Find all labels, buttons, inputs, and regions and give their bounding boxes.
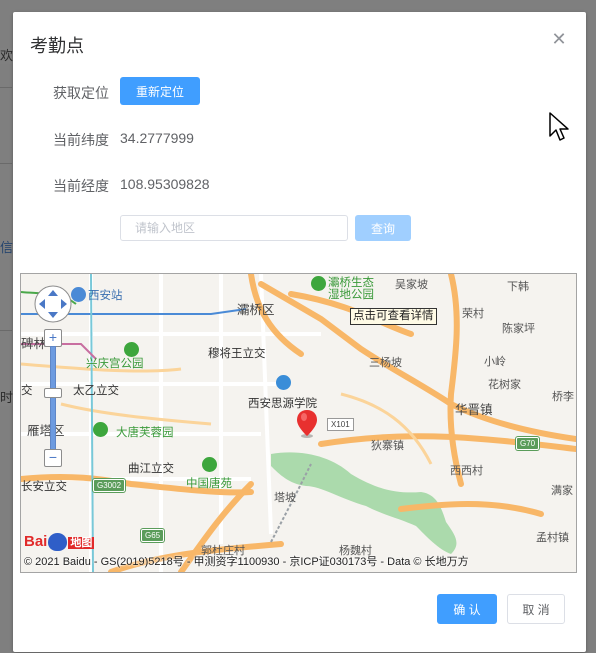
map-label: 陈家坪 (502, 323, 535, 335)
location-pin-icon[interactable] (296, 409, 318, 439)
park-icon (93, 422, 108, 437)
latitude-label: 当前纬度 (53, 132, 109, 148)
baidu-map[interactable]: 西安站 灞桥区 灞桥生态 湿地公园 吴家坡 下韩 荣村 陈家坪 碑林 兴庆宫公园… (20, 273, 577, 573)
map-label: 曲江立交 (128, 463, 174, 475)
zoom-out-button[interactable]: − (44, 449, 62, 467)
map-label: 桥李 (552, 391, 574, 403)
get-location-label: 获取定位 (53, 85, 109, 101)
map-pan-control[interactable] (33, 284, 73, 324)
baidu-map-logo[interactable]: Bai 地图 (24, 533, 95, 555)
map-label: 塔坡 (274, 492, 296, 504)
query-button[interactable]: 查询 (355, 215, 411, 241)
attendance-point-dialog: 考勤点 ✕ 获取定位 重新定位 当前纬度 34.2777999 当前经度 108… (13, 12, 586, 652)
map-label: 小岭 (484, 356, 506, 368)
map-label: 交 (21, 385, 33, 397)
map-label: 西安站 (88, 290, 123, 302)
road-shield: G65 (141, 529, 165, 542)
map-label: 兴庆宫公园 (86, 358, 144, 370)
zoom-slider-track[interactable] (50, 346, 56, 450)
background-text: 信 (0, 240, 14, 256)
map-label: 荣村 (462, 308, 484, 320)
background-divider (0, 87, 12, 88)
region-search-input[interactable] (120, 215, 348, 241)
confirm-button[interactable]: 确 认 (437, 594, 497, 624)
map-label: 中国唐苑 (186, 478, 232, 490)
map-label: 花树家 (488, 379, 521, 391)
park-icon (202, 457, 217, 472)
map-label: 碑林 (21, 337, 47, 351)
mouse-cursor-icon (549, 112, 569, 141)
road-shield: G70 (516, 437, 540, 450)
map-label: 穆将王立交 (208, 348, 266, 360)
map-label: 太乙立交 (73, 385, 119, 397)
paw-icon (48, 533, 68, 551)
map-label: 华晋镇 (455, 403, 493, 417)
map-label: 灞桥区 (237, 303, 275, 317)
latitude-value: 34.2777999 (120, 130, 194, 146)
map-label: 雁塔区 (27, 424, 65, 438)
zoom-in-button[interactable]: + (44, 329, 62, 347)
logo-text: Bai (24, 533, 48, 551)
dialog-title: 考勤点 (30, 36, 84, 56)
longitude-label: 当前经度 (53, 178, 109, 194)
map-label: 大唐芙蓉园 (116, 427, 174, 439)
background-text: 欢 (0, 48, 14, 64)
map-label: 三杨坡 (369, 357, 402, 369)
school-icon (276, 375, 291, 390)
road-shield: X101 (327, 418, 354, 431)
map-tooltip[interactable]: 点击可查看详情 (350, 308, 437, 325)
map-label: 湿地公园 (328, 289, 374, 301)
background-text: 时 (0, 390, 14, 406)
road-shield: G3002 (93, 479, 126, 492)
background-divider (0, 163, 12, 164)
zoom-slider-handle[interactable] (44, 388, 62, 398)
map-label: 满家 (551, 485, 573, 497)
map-label: 长安立交 (21, 481, 67, 493)
park-icon (311, 276, 326, 291)
map-label: 狄寨镇 (371, 440, 404, 452)
map-label: 下韩 (507, 281, 529, 293)
transit-icon (71, 287, 86, 302)
map-copyright: © 2021 Baidu - GS(2019)5218号 - 甲测资字11009… (24, 556, 469, 568)
logo-text: 地图 (68, 537, 95, 549)
map-label: 吴家坡 (395, 279, 428, 291)
cancel-button[interactable]: 取 消 (507, 594, 565, 624)
relocate-button[interactable]: 重新定位 (120, 77, 200, 105)
background-divider (0, 330, 12, 331)
close-icon[interactable]: ✕ (550, 30, 568, 48)
longitude-value: 108.95309828 (120, 176, 210, 192)
map-label: 西西村 (450, 465, 483, 477)
map-label: 孟村镇 (536, 532, 569, 544)
